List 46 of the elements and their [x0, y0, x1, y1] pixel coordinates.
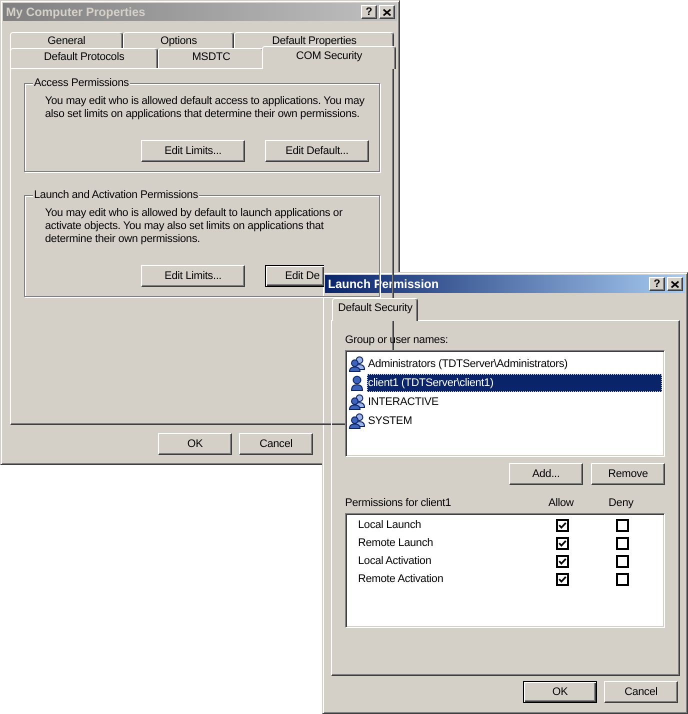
checkbox[interactable]	[556, 518, 568, 532]
close-button[interactable]	[379, 5, 395, 19]
cancel-button[interactable]: Cancel	[239, 433, 313, 455]
ok-button[interactable]: OK	[158, 433, 232, 455]
checkbox[interactable]	[556, 572, 568, 586]
checkbox[interactable]	[616, 536, 628, 550]
remove-button[interactable]: Remove	[591, 463, 665, 485]
add-button[interactable]: Add...	[509, 463, 583, 485]
checkbox[interactable]	[616, 518, 628, 532]
permission-name: Local Launch	[358, 518, 422, 532]
window-title: My Computer Properties	[5, 6, 146, 18]
tab[interactable]: COM Security	[262, 46, 396, 69]
help-button[interactable]: ?	[649, 277, 665, 291]
group-icon	[349, 356, 365, 372]
help-button[interactable]: ?	[361, 5, 377, 19]
list-item[interactable]: INTERACTIVE	[367, 392, 662, 410]
list-item[interactable]: client1 (TDTServer\client1)	[367, 374, 662, 392]
edit-limits-button[interactable]: Edit Limits...	[141, 265, 245, 287]
ok-button[interactable]: OK	[523, 681, 597, 703]
edit-limits-button[interactable]: Edit Limits...	[141, 140, 245, 162]
close-icon	[383, 8, 391, 16]
permission-name: Remote Activation	[358, 572, 444, 586]
column-header: Allow	[547, 497, 575, 510]
list-item[interactable]: Administrators (TDTServer\Administrators)	[367, 354, 662, 372]
user-icon	[349, 374, 365, 390]
checkbox[interactable]	[616, 572, 628, 586]
permission-name: Remote Launch	[358, 536, 434, 550]
tab[interactable]: Default Security	[332, 298, 418, 321]
tab[interactable]: Default Protocols	[10, 48, 158, 68]
list-label: Permissions for client1	[345, 497, 452, 510]
list-item[interactable]: SYSTEM	[367, 412, 662, 430]
close-button[interactable]	[667, 277, 683, 291]
checkbox[interactable]	[556, 554, 568, 568]
close-icon	[671, 280, 679, 288]
group-icon	[349, 394, 365, 410]
description-text: You may edit who is allowed by default to launch applications or activate objects. You may also set limits on applications that determine their own permissions.	[45, 207, 344, 246]
permission-name: Local Activation	[358, 554, 432, 568]
description-text: You may edit who is allowed default access to applications. You may also set limits on applications that determine their own permissions.	[45, 95, 366, 121]
edit-de-button[interactable]: Edit De	[265, 265, 324, 287]
edit-default-button[interactable]: Edit Default...	[265, 140, 369, 162]
checkbox[interactable]	[616, 554, 628, 568]
column-header: Deny	[608, 497, 634, 510]
cancel-button[interactable]: Cancel	[604, 681, 678, 703]
checkbox[interactable]	[556, 536, 568, 550]
tab[interactable]: MSDTC	[158, 48, 264, 68]
group-icon	[349, 412, 365, 428]
